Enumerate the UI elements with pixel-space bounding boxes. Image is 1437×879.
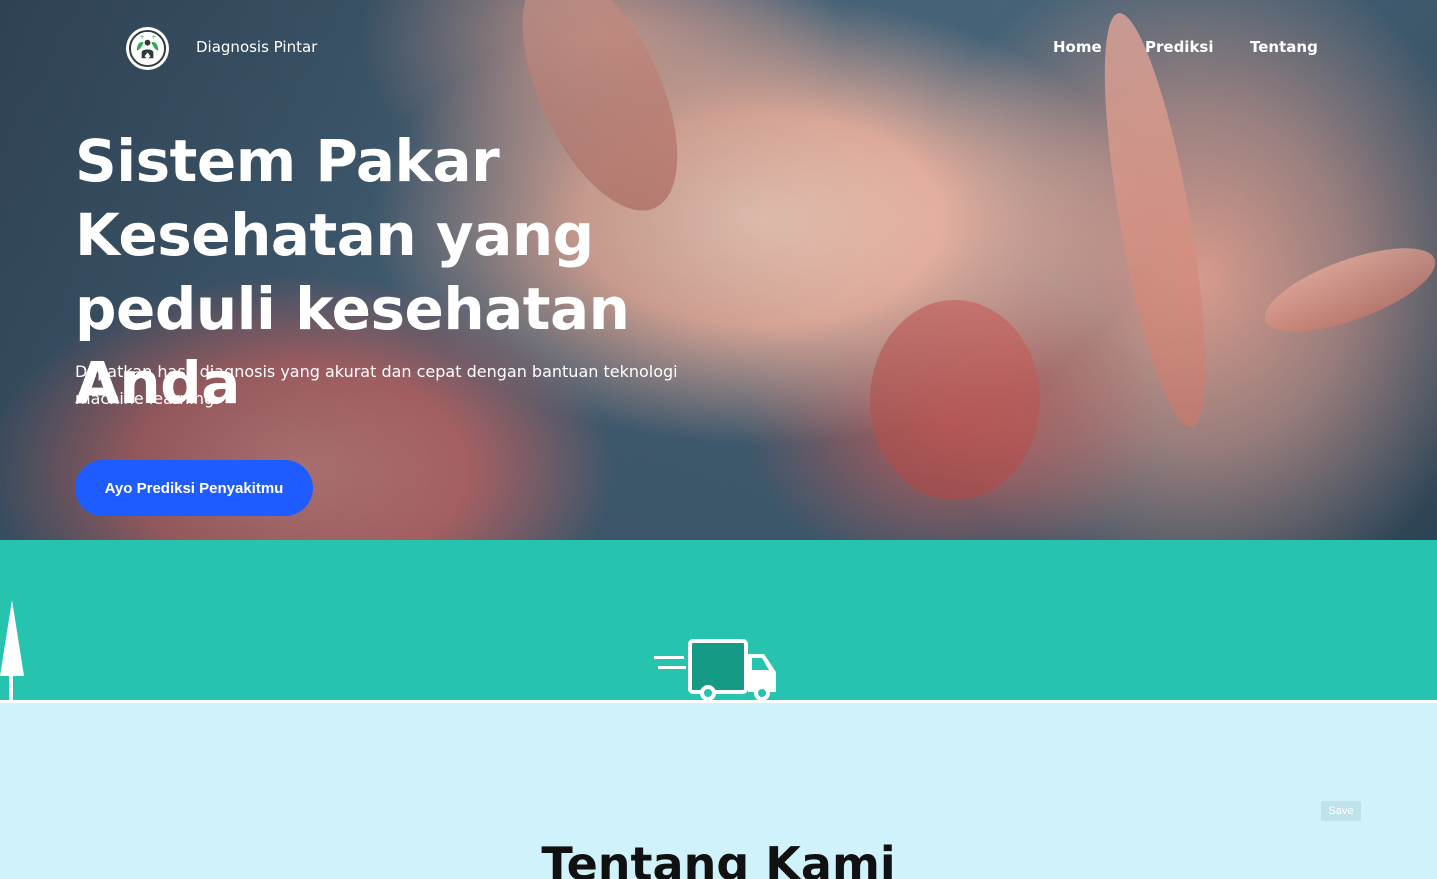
nav-link-prediksi[interactable]: Prediksi: [1145, 38, 1214, 56]
about-title: Tentang Kami: [541, 837, 896, 879]
medical-logo-icon[interactable]: + +: [126, 27, 169, 70]
predict-cta-button[interactable]: Ayo Prediksi Penyakitmu: [75, 460, 313, 516]
top-navbar: + + Diagnosis Pintar Home Prediksi Tenta…: [0, 0, 1437, 96]
about-section: Save Tentang Kami: [0, 703, 1437, 879]
svg-text:+: +: [140, 35, 145, 41]
save-button[interactable]: Save: [1321, 801, 1361, 821]
delivery-truck-icon: [654, 639, 776, 701]
nav-link-home[interactable]: Home: [1053, 38, 1102, 56]
svg-text:+: +: [151, 35, 156, 41]
hero-subtitle: Dapatkan hasil diagnosis yang akurat dan…: [75, 362, 678, 408]
hero-section: + + Diagnosis Pintar Home Prediksi Tenta…: [0, 0, 1437, 540]
brand-name[interactable]: Diagnosis Pintar: [196, 38, 317, 56]
nav-link-tentang[interactable]: Tentang: [1250, 38, 1318, 56]
tree-icon: [0, 600, 24, 701]
